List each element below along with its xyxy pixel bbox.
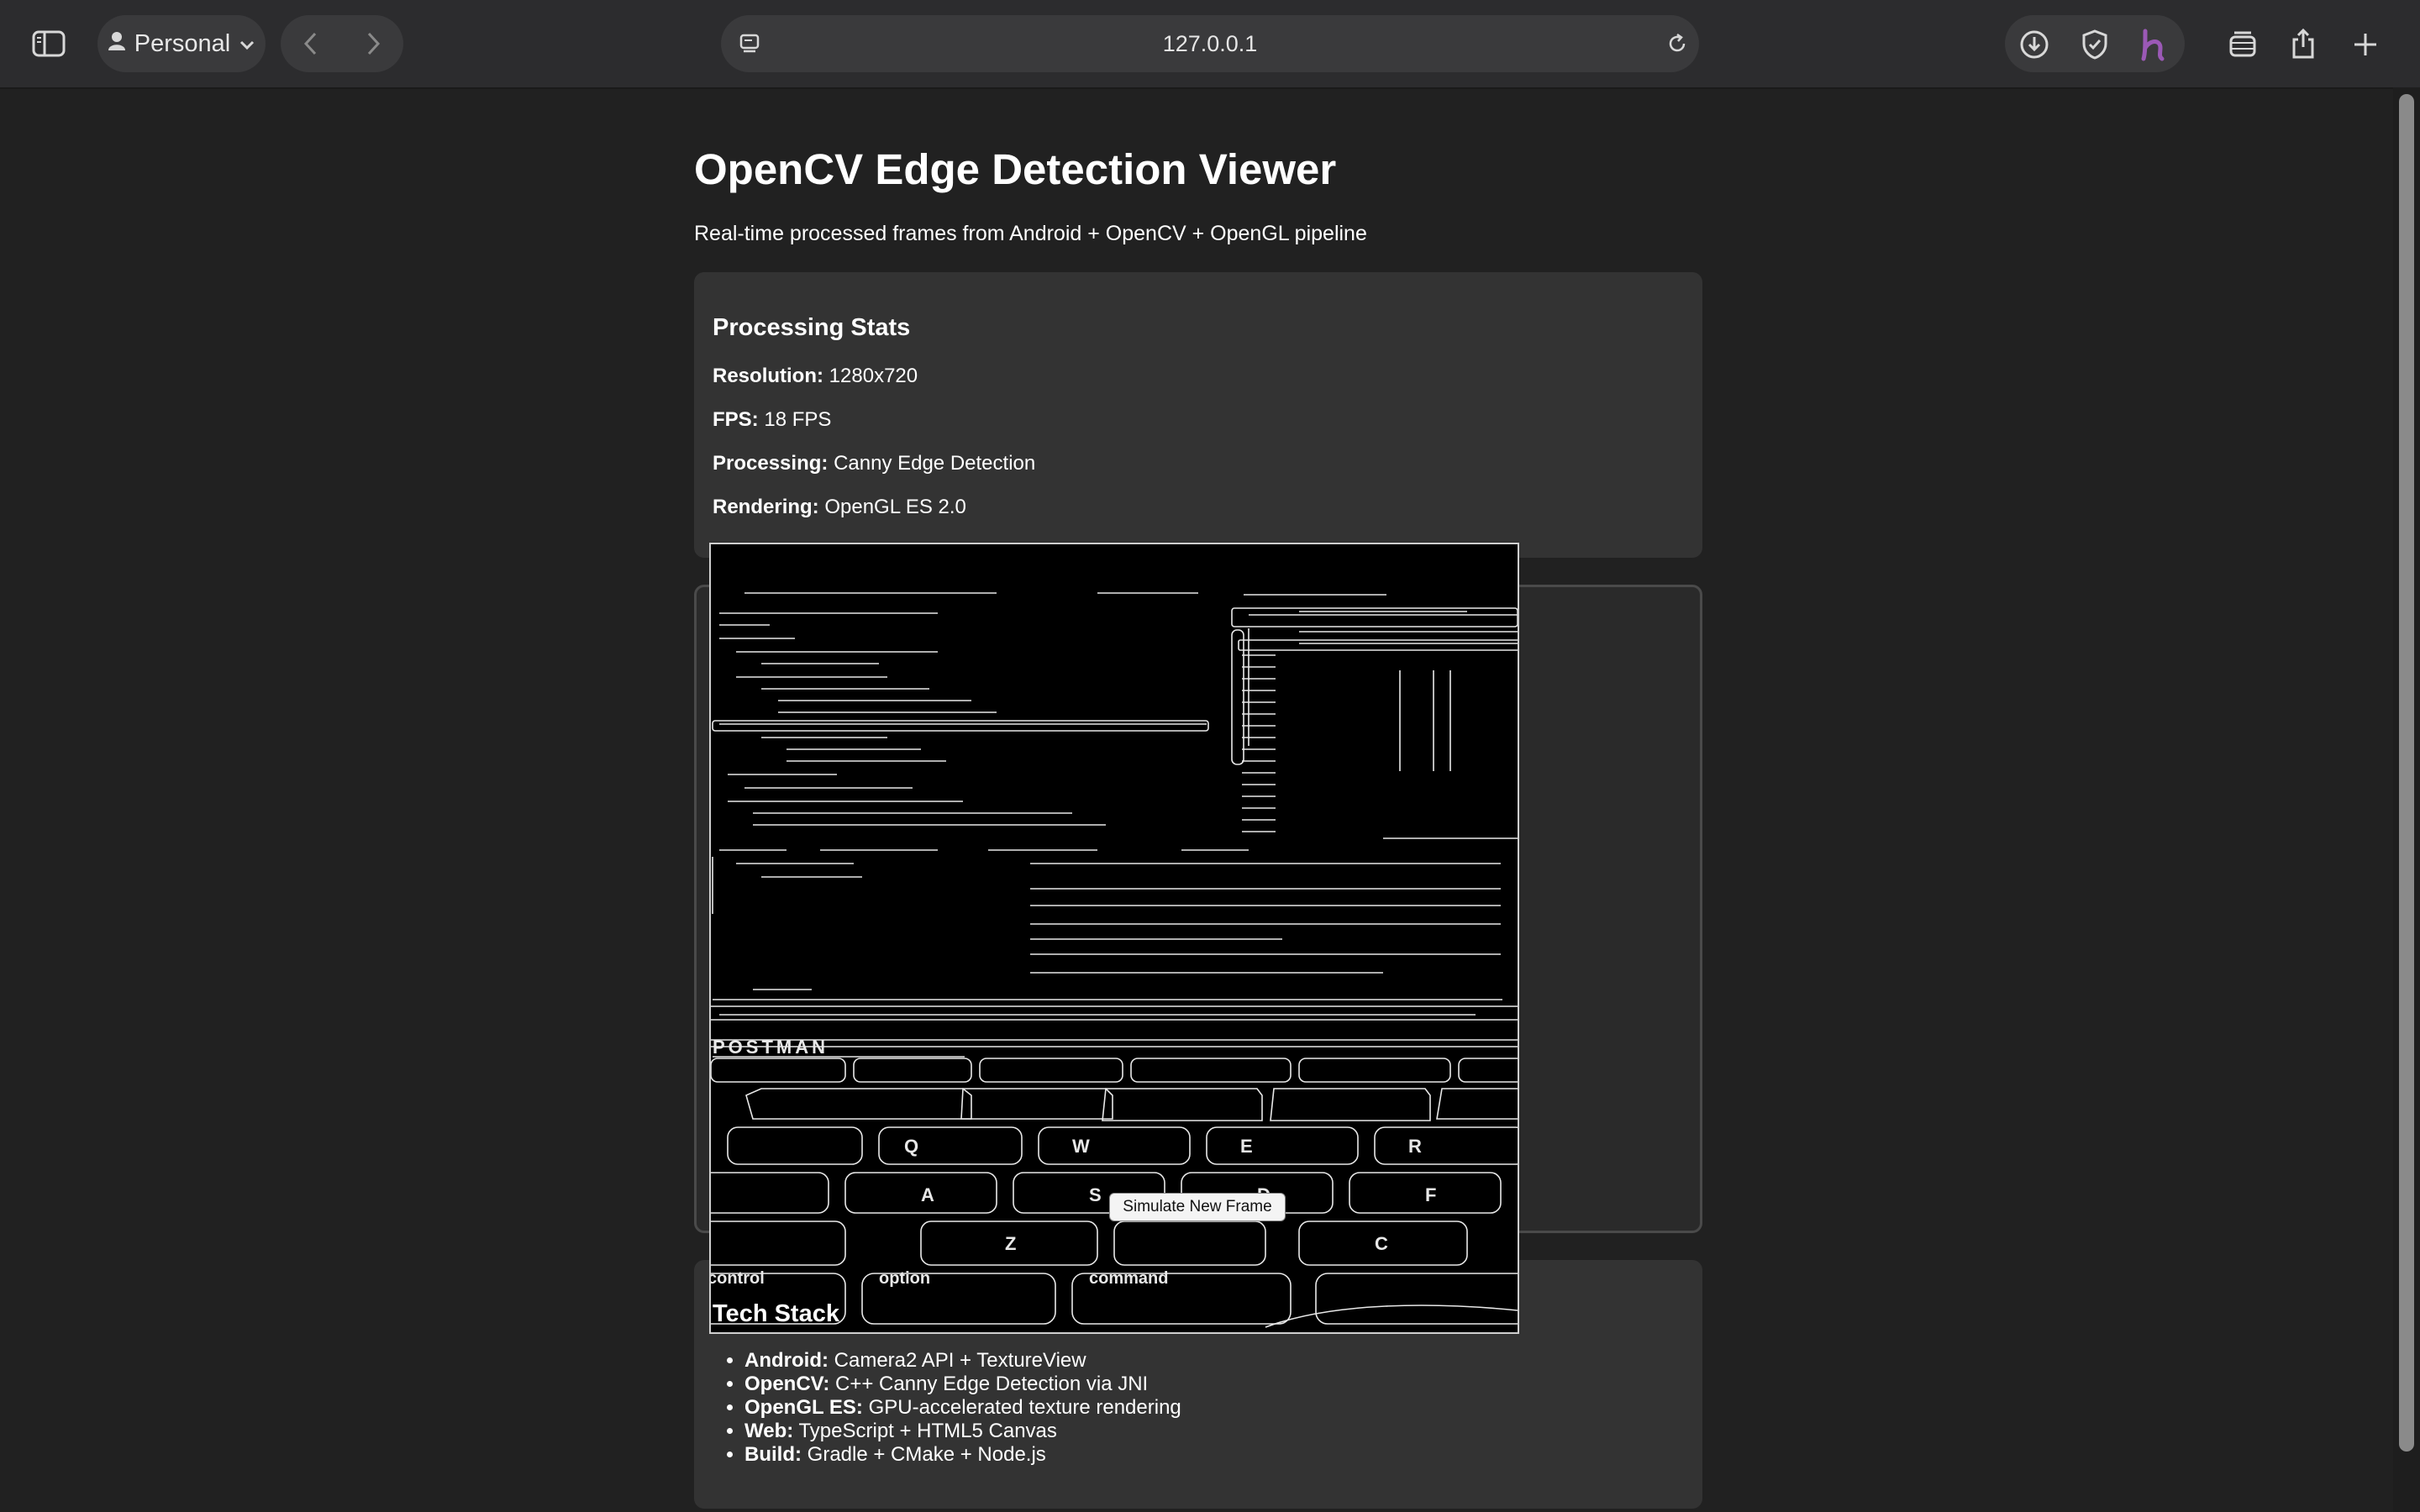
tech-stack-list: Android: Camera2 API + TextureView OpenC… — [744, 1349, 1181, 1467]
frame-key-f: F — [1425, 1184, 1436, 1205]
url-text: 127.0.0.1 — [1162, 30, 1258, 56]
tech-item-build: Build: Gradle + CMake + Node.js — [744, 1443, 1181, 1467]
download-icon[interactable] — [2013, 24, 2055, 66]
stat-label: Resolution: — [713, 365, 823, 387]
chevron-down-icon — [239, 30, 255, 58]
stat-value: Canny Edge Detection — [834, 452, 1036, 475]
page-title: OpenCV Edge Detection Viewer — [694, 145, 1337, 193]
person-icon — [108, 30, 126, 58]
address-bar[interactable]: 127.0.0.1 — [721, 15, 1699, 72]
tech-item-android: Android: Camera2 API + TextureView — [744, 1349, 1181, 1373]
back-icon[interactable] — [292, 25, 329, 62]
stat-value: 1280x720 — [829, 365, 918, 387]
new-tab-icon[interactable] — [2344, 24, 2386, 66]
tech-value: GPU-accelerated texture rendering — [868, 1396, 1181, 1419]
tech-value: C++ Canny Edge Detection via JNI — [835, 1373, 1149, 1395]
share-icon[interactable] — [2282, 22, 2324, 66]
scrollbar-thumb[interactable] — [2399, 94, 2414, 1452]
tech-value: Camera2 API + TextureView — [834, 1349, 1086, 1372]
sidebar-icon[interactable] — [17, 18, 81, 69]
tech-item-web: Web: TypeScript + HTML5 Canvas — [744, 1420, 1181, 1443]
frame-key-q: Q — [904, 1136, 918, 1157]
tech-stack-heading: Tech Stack — [713, 1300, 839, 1327]
navigation-group — [281, 15, 403, 72]
tech-label: OpenCV: — [744, 1373, 830, 1395]
tech-item-opencv: OpenCV: C++ Canny Edge Detection via JNI — [744, 1373, 1181, 1396]
forward-icon[interactable] — [355, 25, 392, 62]
honey-extension-icon[interactable] — [2133, 22, 2175, 67]
stat-label: Rendering: — [713, 496, 819, 518]
frame-key-s: S — [1089, 1184, 1102, 1205]
stat-resolution: Resolution: 1280x720 — [713, 365, 918, 388]
frame-key-a: A — [921, 1184, 934, 1205]
profile-label: Personal — [134, 29, 231, 57]
shield-icon[interactable] — [2074, 24, 2116, 66]
stat-value: OpenGL ES 2.0 — [824, 496, 966, 518]
frame-key-r: R — [1408, 1136, 1422, 1157]
stat-label: FPS: — [713, 408, 759, 431]
tech-value: Gradle + CMake + Node.js — [807, 1443, 1046, 1466]
stat-rendering: Rendering: OpenGL ES 2.0 — [713, 496, 966, 519]
tech-label: OpenGL ES: — [744, 1396, 863, 1419]
stats-heading: Processing Stats — [713, 314, 911, 341]
stat-label: Processing: — [713, 452, 829, 475]
tech-item-opengl: OpenGL ES: GPU-accelerated texture rende… — [744, 1396, 1181, 1420]
window-actions — [2218, 15, 2403, 72]
stat-processing: Processing: Canny Edge Detection — [713, 452, 1035, 475]
frame-key-c: C — [1375, 1233, 1388, 1254]
tech-label: Android: — [744, 1349, 829, 1372]
extensions-group — [2005, 15, 2185, 72]
stat-fps: FPS: 18 FPS — [713, 408, 831, 432]
frame-key-e: E — [1240, 1136, 1253, 1157]
processing-stats-card: Processing Stats Resolution: 1280x720 FP… — [694, 272, 1702, 558]
tab-overview-icon[interactable] — [2222, 24, 2264, 66]
frame-text-postman: POSTMAN — [713, 1037, 829, 1058]
tech-label: Build: — [744, 1443, 802, 1466]
tech-value: TypeScript + HTML5 Canvas — [798, 1420, 1057, 1442]
simulate-new-frame-button[interactable]: Simulate New Frame — [1109, 1193, 1286, 1221]
frame-key-control: control — [711, 1269, 765, 1288]
browser-toolbar: Personal 127.0.0.1 — [0, 0, 2420, 89]
frame-key-command: command — [1089, 1269, 1168, 1288]
frame-key-option: option — [879, 1269, 930, 1288]
page-subtitle: Real-time processed frames from Android … — [694, 222, 1367, 245]
frame-key-z: Z — [1005, 1233, 1016, 1254]
reload-icon[interactable] — [1660, 27, 1694, 60]
stat-value: 18 FPS — [764, 408, 832, 431]
frame-key-w: W — [1072, 1136, 1090, 1157]
profile-button[interactable]: Personal — [97, 15, 266, 72]
page-menu-icon[interactable] — [733, 27, 766, 60]
tech-label: Web: — [744, 1420, 794, 1442]
